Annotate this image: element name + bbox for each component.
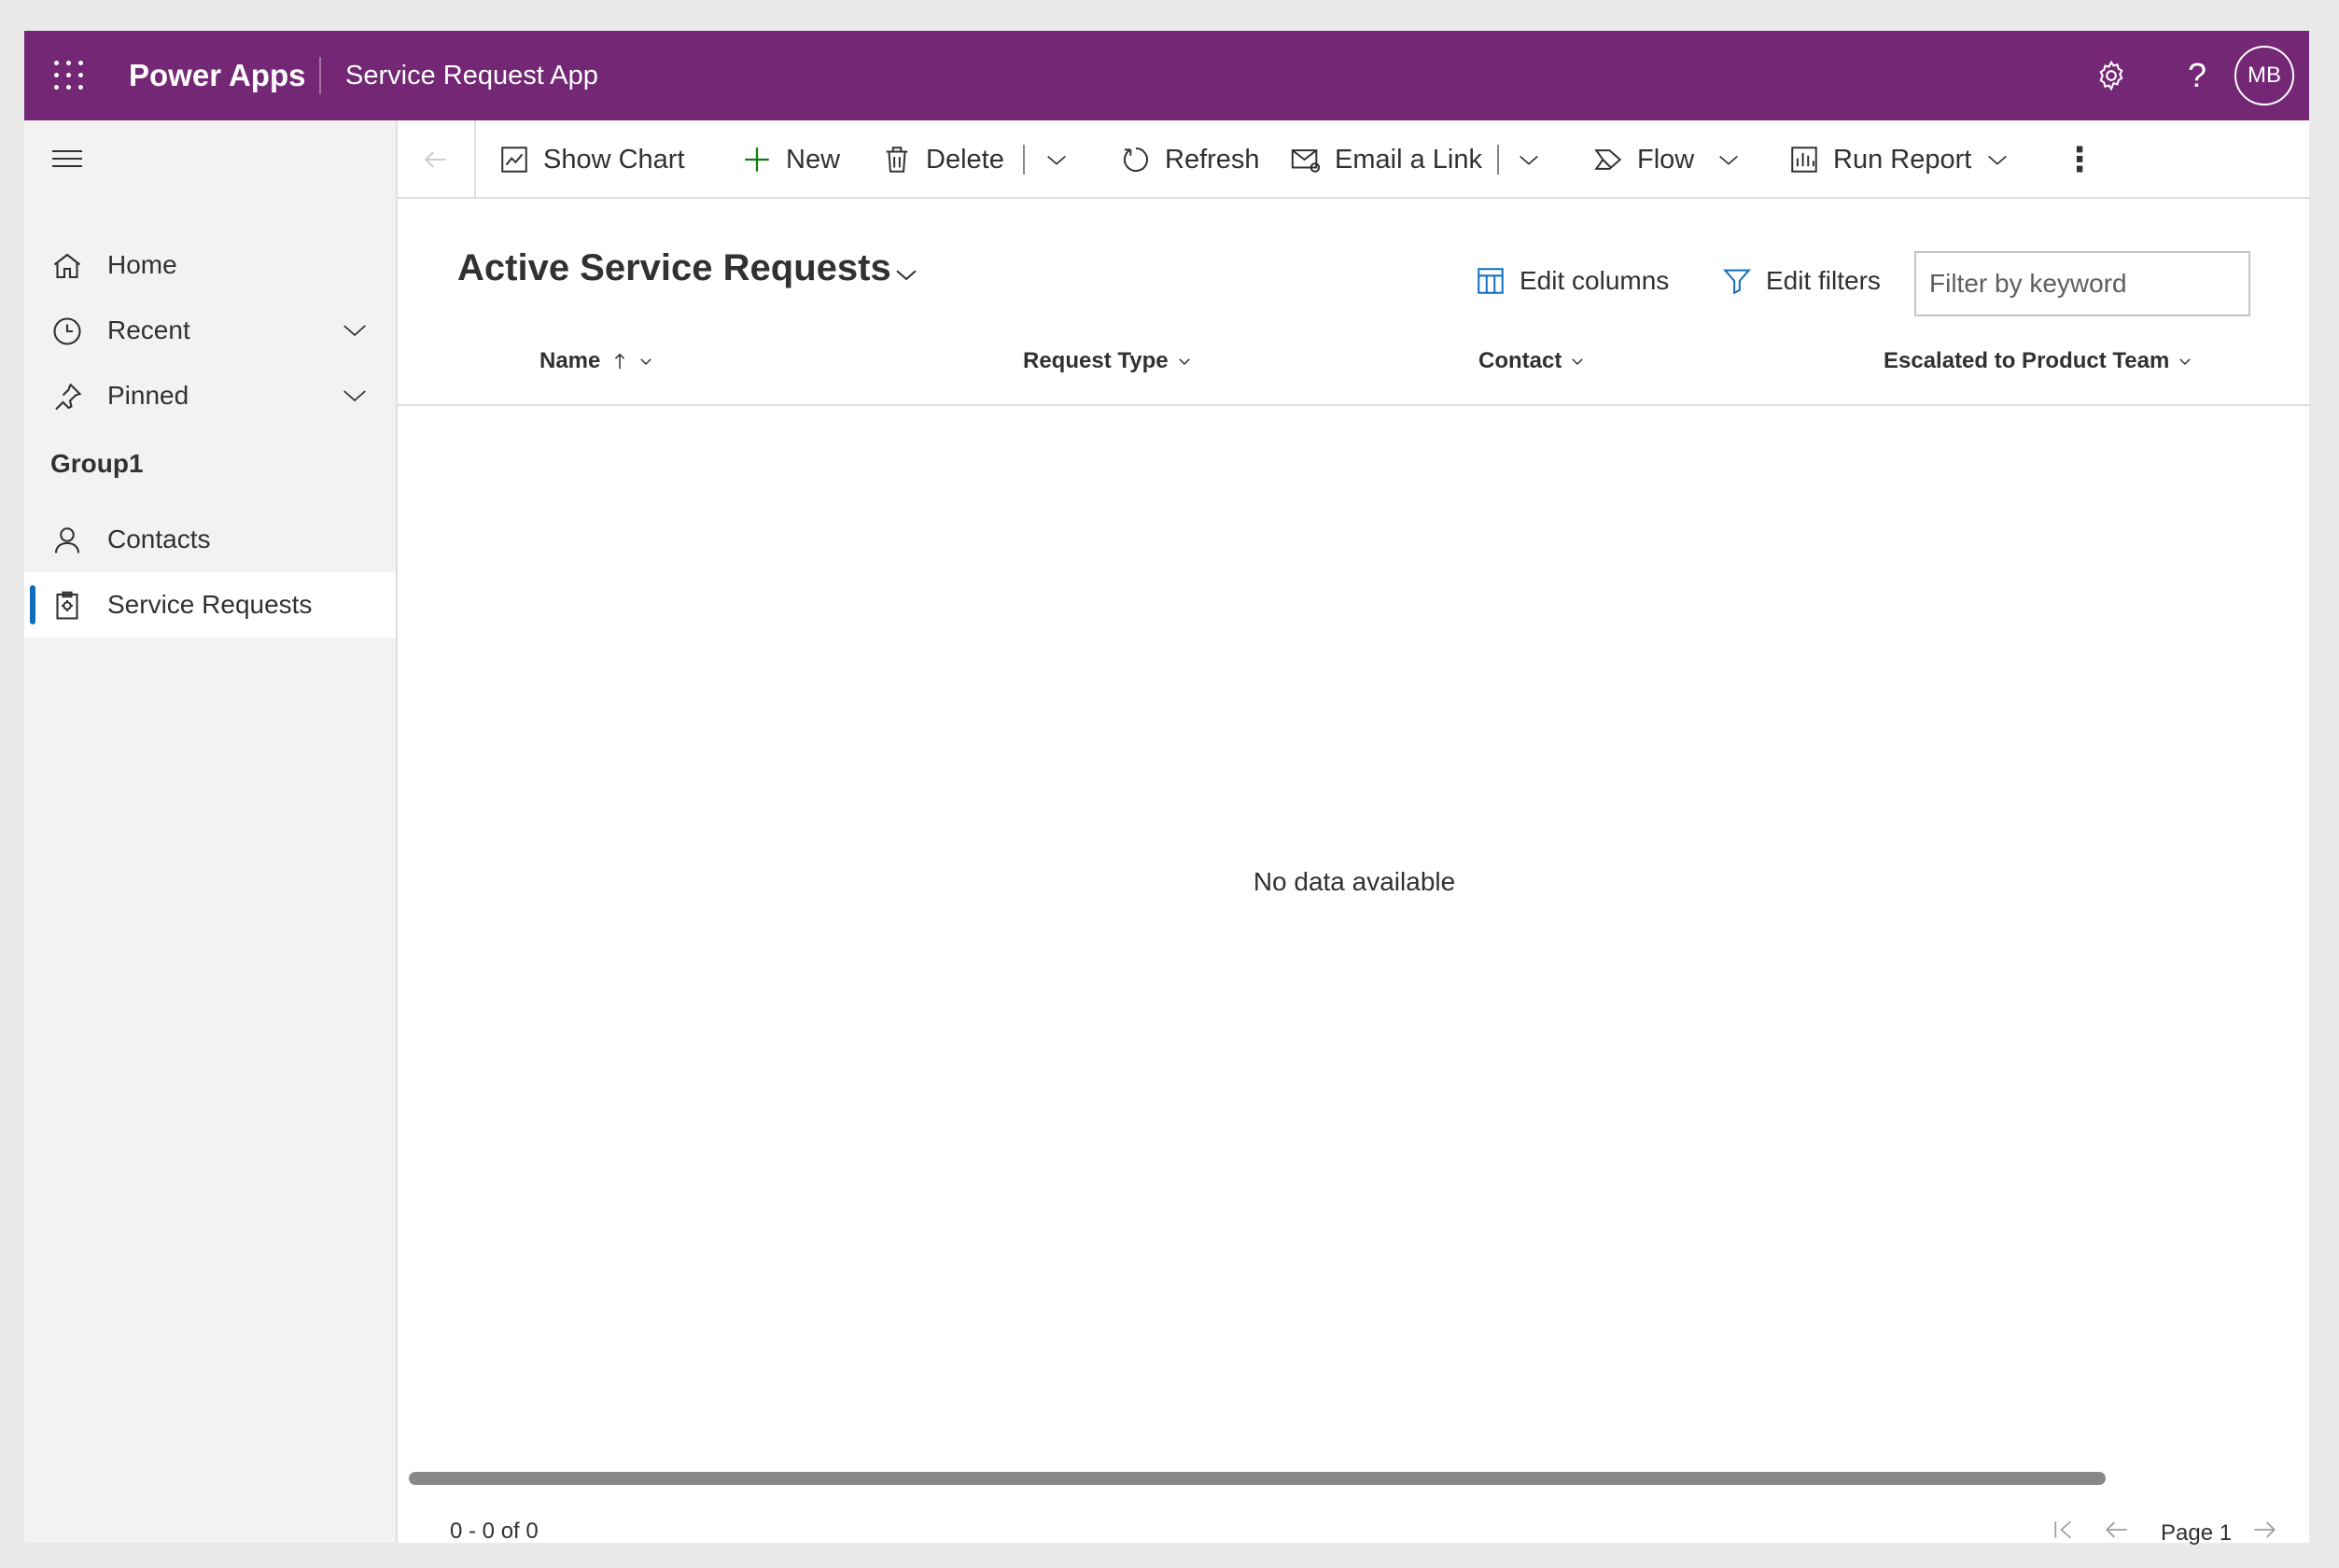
first-page-button[interactable]	[2050, 1502, 2078, 1558]
arrow-left-icon	[425, 151, 446, 168]
app-window: Power Apps Service Request App ? MB Home	[24, 31, 2311, 1546]
chevron-down-icon	[1572, 358, 1584, 366]
run-report-button[interactable]: Run Report	[1788, 120, 1971, 199]
settings-icon[interactable]	[2089, 53, 2134, 98]
report-icon	[1791, 147, 1817, 173]
flow-chevron-icon[interactable]	[1716, 147, 1742, 173]
plus-icon	[745, 147, 769, 172]
edit-columns-icon	[1478, 268, 1504, 294]
command-bar: Show Chart New Delete Refresh Email a Li…	[398, 120, 2311, 199]
sidebar-item-service-requests[interactable]: Service Requests	[24, 572, 396, 637]
clock-icon	[53, 317, 81, 345]
trash-icon	[886, 147, 908, 173]
brand-title[interactable]: Power Apps	[129, 31, 305, 120]
help-icon[interactable]: ?	[2175, 53, 2220, 98]
column-label: Escalated to Product Team	[1884, 348, 2170, 373]
app-launcher-icon[interactable]	[54, 61, 84, 91]
delete-label: Delete	[926, 144, 1004, 175]
group-title: Group1	[50, 449, 144, 478]
main-content: Show Chart New Delete Refresh Email a Li…	[396, 120, 2311, 1546]
sidebar-item-home[interactable]: Home	[24, 232, 396, 298]
sidebar-item-label: Home	[107, 250, 177, 279]
edit-columns-button[interactable]: Edit columns	[1475, 253, 1669, 309]
email-link-button[interactable]: Email a Link	[1290, 120, 1482, 199]
person-icon	[54, 527, 80, 553]
sidebar-item-contacts[interactable]: Contacts	[24, 507, 396, 572]
command-divider	[1023, 145, 1025, 175]
previous-page-button[interactable]	[2102, 1502, 2132, 1558]
column-header-name[interactable]: Name	[539, 316, 654, 406]
more-commands-icon[interactable]: ⋮	[2063, 120, 2096, 199]
sidebar-item-label: Service Requests	[107, 590, 313, 619]
edit-filters-label: Edit filters	[1766, 266, 1881, 295]
view-title[interactable]: Active Service Requests	[457, 247, 891, 289]
column-header-escalated[interactable]: Escalated to Product Team	[1884, 316, 2193, 406]
app-name[interactable]: Service Request App	[345, 31, 598, 120]
delete-button[interactable]: Delete	[881, 120, 1004, 199]
column-label: Request Type	[1023, 348, 1169, 373]
avatar[interactable]: MB	[2234, 46, 2294, 105]
email-more-chevron-icon[interactable]	[1516, 147, 1542, 173]
run-report-label: Run Report	[1833, 144, 1972, 175]
column-header-request-type[interactable]: Request Type	[1023, 316, 1193, 406]
delete-more-chevron-icon[interactable]	[1043, 147, 1070, 173]
next-page-button[interactable]	[2249, 1502, 2279, 1558]
pin-icon	[55, 383, 82, 411]
run-report-chevron-icon[interactable]	[1984, 147, 2010, 173]
chevron-down-icon	[2179, 358, 2192, 366]
view-selector-chevron-icon[interactable]	[892, 260, 920, 288]
sidebar-item-label: Recent	[107, 315, 190, 344]
show-chart-label: Show Chart	[543, 144, 685, 175]
command-divider	[1497, 145, 1499, 175]
sidebar-item-recent[interactable]: Recent	[24, 298, 396, 363]
horizontal-scrollbar[interactable]	[409, 1472, 2106, 1485]
hamburger-menu-icon[interactable]	[52, 143, 86, 176]
refresh-button[interactable]: Refresh	[1120, 120, 1260, 199]
chevron-down-icon	[640, 358, 652, 366]
clipboard-icon	[56, 591, 78, 620]
chart-icon	[501, 147, 527, 173]
flow-icon	[1594, 149, 1622, 170]
header-divider	[319, 57, 321, 94]
flow-label: Flow	[1637, 144, 1695, 175]
record-count: 0 - 0 of 0	[450, 1519, 539, 1544]
column-label: Contact	[1478, 348, 1562, 373]
first-page-icon	[2054, 1520, 2072, 1539]
back-button[interactable]	[398, 120, 476, 199]
new-button[interactable]: New	[741, 120, 840, 199]
selection-indicator	[30, 585, 35, 624]
email-link-icon	[1291, 149, 1321, 173]
email-link-label: Email a Link	[1335, 144, 1482, 175]
sidebar-item-label: Pinned	[107, 381, 189, 410]
refresh-label: Refresh	[1165, 144, 1260, 175]
edit-columns-label: Edit columns	[1520, 266, 1670, 295]
filter-keyword-input[interactable]	[1914, 251, 2250, 316]
sort-ascending-icon	[615, 353, 625, 370]
page-label: Page 1	[2161, 1520, 2233, 1546]
chevron-down-icon	[1178, 358, 1190, 366]
sidebar-item-label: Contacts	[107, 525, 211, 553]
chevron-down-icon[interactable]	[338, 382, 371, 410]
new-label: New	[786, 144, 841, 175]
chevron-down-icon[interactable]	[338, 316, 371, 344]
refresh-icon	[1124, 147, 1149, 172]
column-header-contact[interactable]: Contact	[1478, 316, 1586, 406]
sidebar: Home Recent Pinned Group1 Contacts Servi…	[24, 120, 396, 1543]
arrow-left-icon	[2106, 1521, 2127, 1538]
column-label: Name	[539, 348, 601, 373]
top-header: Power Apps Service Request App ? MB	[24, 31, 2309, 120]
filter-icon	[1723, 269, 1751, 295]
empty-message: No data available	[1253, 867, 1456, 896]
grid-header: Name Request Type Contact Escalated to P…	[398, 316, 2311, 406]
arrow-right-icon	[2254, 1521, 2276, 1538]
home-icon	[53, 253, 81, 279]
show-chart-button[interactable]: Show Chart	[498, 120, 685, 199]
edit-filters-button[interactable]: Edit filters	[1721, 253, 1881, 309]
flow-button[interactable]: Flow	[1592, 120, 1694, 199]
sidebar-item-pinned[interactable]: Pinned	[24, 363, 396, 428]
